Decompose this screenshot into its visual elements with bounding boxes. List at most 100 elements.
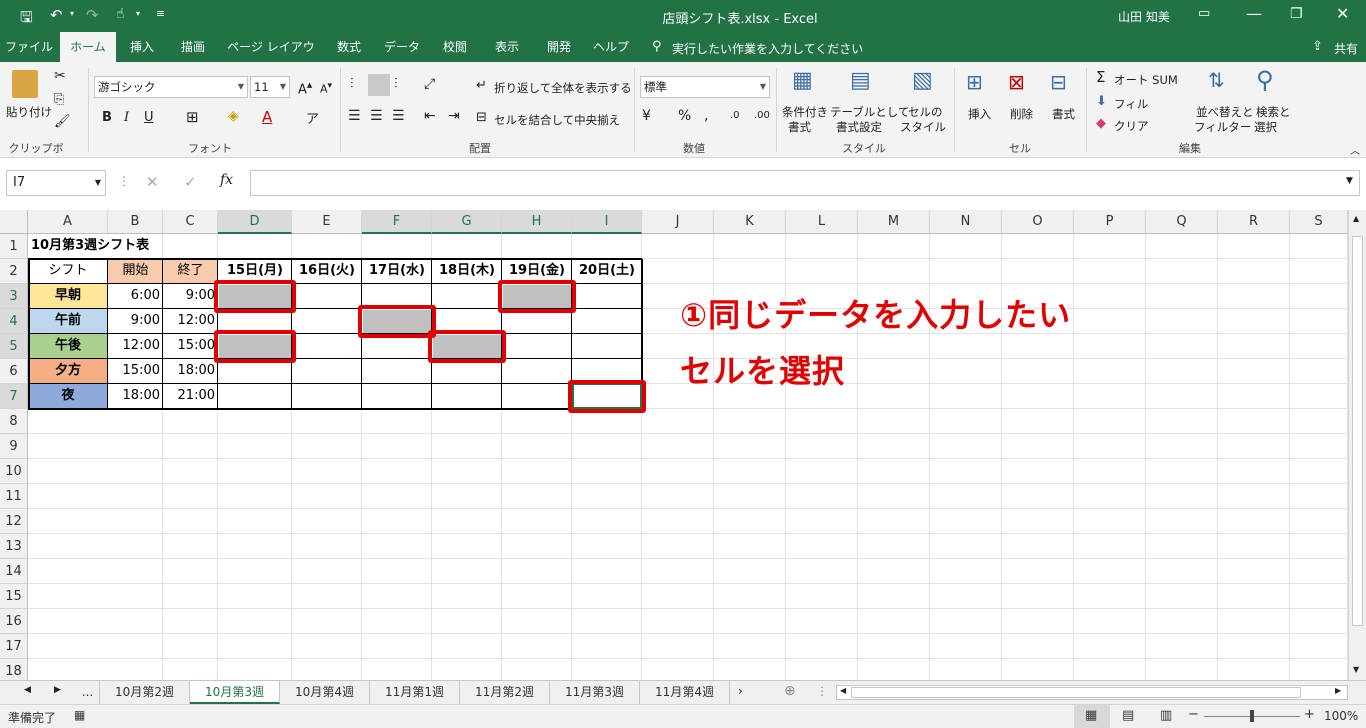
row-header-12[interactable]: 12 xyxy=(0,509,28,534)
conditional-format-button[interactable]: 条件付き xyxy=(782,104,828,120)
sheet-tab[interactable]: 11月第4週 xyxy=(640,681,730,704)
font-color-icon[interactable]: A xyxy=(262,108,272,126)
shift-name-cell[interactable]: 午後 xyxy=(28,334,108,359)
scroll-right-icon[interactable]: ▶ xyxy=(1335,686,1341,695)
conditional-format-button-line2[interactable]: 書式 xyxy=(788,119,811,135)
zoom-slider-thumb[interactable] xyxy=(1250,710,1254,722)
row-header-13[interactable]: 13 xyxy=(0,534,28,559)
bold-button[interactable]: B xyxy=(102,110,112,125)
sheet-tab[interactable]: 11月第1週 xyxy=(370,681,460,704)
shift-name-cell[interactable]: 夕方 xyxy=(28,359,108,384)
align-center-icon[interactable]: ☰ xyxy=(370,108,383,124)
orientation-icon[interactable]: ⤢ xyxy=(424,76,435,92)
row-header-4[interactable]: 4 xyxy=(0,309,28,334)
underline-button[interactable]: U xyxy=(144,110,154,125)
align-middle-icon[interactable] xyxy=(368,74,390,96)
tab-view[interactable]: 表示 xyxy=(482,32,532,62)
phonetic-icon[interactable]: ア xyxy=(306,108,319,127)
increase-font-icon[interactable]: A▴ xyxy=(298,78,312,97)
column-header-q[interactable]: Q xyxy=(1146,210,1218,234)
scroll-down-icon[interactable]: ▼ xyxy=(1353,665,1359,674)
row-header-11[interactable]: 11 xyxy=(0,484,28,509)
insert-function-button[interactable]: fx xyxy=(220,172,233,188)
sheet-tab[interactable]: 10月第2週 xyxy=(100,681,190,704)
column-header-p[interactable]: P xyxy=(1074,210,1146,234)
increase-decimal-icon[interactable]: .0 xyxy=(730,110,740,121)
decrease-font-icon[interactable]: A▾ xyxy=(320,80,332,96)
column-header-h[interactable]: H xyxy=(502,210,572,234)
sheet-tab[interactable]: 11月第3週 xyxy=(550,681,640,704)
customize-qat-icon[interactable]: ≡ xyxy=(156,7,165,20)
find-select-button-line2[interactable]: 選択 xyxy=(1254,119,1277,135)
row-header-14[interactable]: 14 xyxy=(0,559,28,584)
tell-me-input[interactable]: 実行したい作業を入力してください xyxy=(672,40,863,57)
zoom-level[interactable]: 100% xyxy=(1324,709,1358,723)
delete-cells-button[interactable]: 削除 xyxy=(1010,106,1033,122)
row-header-7[interactable]: 7 xyxy=(0,384,28,409)
clear-button[interactable]: クリア xyxy=(1114,118,1149,134)
find-select-button[interactable]: 検索と xyxy=(1256,104,1291,120)
start-time-cell[interactable]: 18:00 xyxy=(108,384,163,409)
column-header-g[interactable]: G xyxy=(432,210,502,234)
end-time-cell[interactable]: 15:00 xyxy=(163,334,218,359)
end-time-cell[interactable]: 21:00 xyxy=(163,384,218,409)
sheet-tab-active[interactable]: 10月第3週 xyxy=(190,681,280,704)
end-time-cell[interactable]: 18:00 xyxy=(163,359,218,384)
row-header-3[interactable]: 3 xyxy=(0,284,28,309)
align-bottom-icon[interactable]: ⫶ xyxy=(394,76,398,92)
header-cell[interactable]: 17日(水) xyxy=(362,259,432,284)
italic-button[interactable]: I xyxy=(124,110,129,125)
more-sheets-left[interactable]: ... xyxy=(76,681,100,704)
minimize-icon[interactable]: — xyxy=(1246,4,1262,23)
paste-button[interactable]: 貼り付け xyxy=(6,104,52,120)
format-cells-button[interactable]: 書式 xyxy=(1052,106,1075,122)
sheet-tab[interactable]: 10月第4週 xyxy=(280,681,370,704)
tab-page-layout[interactable]: ページ レイアウト xyxy=(222,32,320,84)
save-icon[interactable]: 🖫 xyxy=(20,7,33,32)
tab-insert[interactable]: 挿入 xyxy=(118,32,166,62)
end-time-cell[interactable]: 12:00 xyxy=(163,309,218,334)
increase-indent-icon[interactable]: ⇥ xyxy=(448,108,460,124)
shift-name-cell[interactable]: 早朝 xyxy=(28,284,108,309)
row-header-9[interactable]: 9 xyxy=(0,434,28,459)
header-cell[interactable]: 16日(火) xyxy=(292,259,362,284)
header-cell[interactable]: 終了 xyxy=(163,259,218,284)
format-as-table-button-line2[interactable]: 書式設定 xyxy=(836,119,882,135)
percent-icon[interactable]: % xyxy=(678,108,691,124)
row-header-8[interactable]: 8 xyxy=(0,409,28,434)
column-header-f[interactable]: F xyxy=(362,210,432,234)
undo-icon[interactable]: ↶ xyxy=(50,6,63,24)
select-all-corner[interactable] xyxy=(0,210,28,234)
cell-styles-button[interactable]: セルの xyxy=(908,104,943,120)
header-cell[interactable]: シフト xyxy=(28,259,108,284)
column-header-m[interactable]: M xyxy=(858,210,930,234)
tab-draw[interactable]: 描画 xyxy=(168,32,218,62)
border-icon[interactable]: ⊞ xyxy=(186,108,199,126)
tab-file[interactable]: ファイル xyxy=(0,32,58,62)
autosum-button[interactable]: オート SUM xyxy=(1114,72,1178,88)
column-header-i[interactable]: I xyxy=(572,210,642,234)
name-box[interactable]: I7 ▼ xyxy=(6,170,106,196)
column-header-c[interactable]: C xyxy=(163,210,218,234)
align-top-icon[interactable]: ⫶ xyxy=(350,76,354,92)
scroll-left-icon[interactable]: ◀ xyxy=(840,686,846,695)
row-header-6[interactable]: 6 xyxy=(0,359,28,384)
tab-review[interactable]: 校閲 xyxy=(430,32,480,62)
fill-button[interactable]: フィル xyxy=(1114,96,1148,112)
column-header-j[interactable]: J xyxy=(642,210,714,234)
more-sheets-right-icon[interactable]: › xyxy=(738,684,743,698)
horizontal-scrollbar[interactable]: ◀ ▶ xyxy=(836,685,1348,700)
vertical-scrollbar[interactable]: ▲ ▼ xyxy=(1348,210,1366,680)
row-header-15[interactable]: 15 xyxy=(0,584,28,609)
fill-color-icon[interactable]: ◈ xyxy=(228,108,239,124)
zoom-out-icon[interactable]: − xyxy=(1188,707,1199,722)
tab-developer[interactable]: 開発 xyxy=(534,32,584,62)
column-header-l[interactable]: L xyxy=(786,210,858,234)
paste-icon[interactable] xyxy=(12,70,38,98)
insert-cells-button[interactable]: 挿入 xyxy=(968,106,991,122)
start-time-cell[interactable]: 6:00 xyxy=(108,284,163,309)
align-right-icon[interactable]: ☰ xyxy=(392,108,405,124)
align-left-icon[interactable]: ☰ xyxy=(348,108,361,124)
column-header-r[interactable]: R xyxy=(1218,210,1290,234)
zoom-in-icon[interactable]: + xyxy=(1304,707,1315,722)
